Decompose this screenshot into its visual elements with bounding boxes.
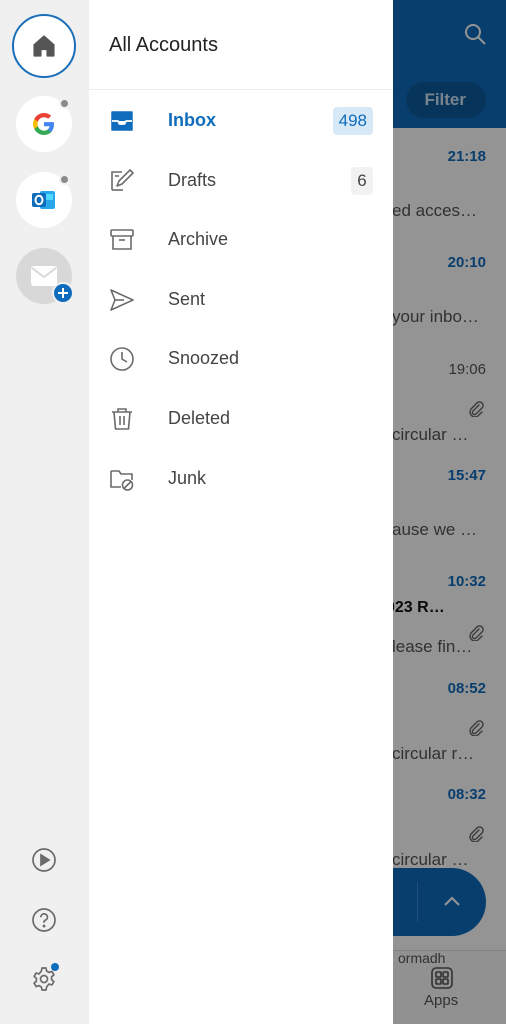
play-icon[interactable]	[31, 847, 57, 873]
folder-count-badge: 498	[332, 107, 373, 135]
trash-icon	[112, 408, 132, 430]
inbox-icon	[111, 111, 133, 131]
archive-icon	[110, 229, 134, 250]
drafts-icon	[111, 168, 134, 191]
drawer-divider	[89, 89, 393, 90]
folder-label: Inbox	[168, 110, 216, 130]
folder-snoozed[interactable]: Snoozed	[89, 329, 393, 387]
folder-junk[interactable]: Junk	[89, 449, 393, 507]
plus-icon	[52, 282, 74, 304]
home-account-button[interactable]	[12, 14, 76, 78]
add-account-button[interactable]	[16, 248, 74, 304]
folder-inbox[interactable]: Inbox 498	[89, 91, 393, 149]
folder-sent[interactable]: Sent	[89, 270, 393, 328]
folder-count-badge: 6	[351, 166, 373, 195]
google-account-button[interactable]	[16, 96, 72, 152]
outlook-account-button[interactable]	[16, 172, 72, 228]
outlook-logo-icon	[32, 191, 55, 209]
account-rail	[0, 0, 89, 1024]
folder-label: Junk	[168, 467, 207, 488]
google-logo-icon	[33, 113, 54, 135]
mail-icon	[31, 266, 57, 286]
folder-label: Snoozed	[168, 348, 240, 369]
settings-notification-dot	[51, 963, 59, 971]
folder-drawer: All Accounts Inbox 498 Drafts 6 Archive Sent S…	[89, 0, 393, 1024]
drawer-title: All Accounts	[109, 34, 218, 56]
clock-icon	[110, 347, 134, 372]
folder-label: Archive	[168, 229, 229, 250]
sent-icon	[110, 288, 134, 311]
folder-label: Deleted	[168, 408, 231, 428]
junk-folder-icon	[110, 469, 134, 491]
help-icon[interactable]	[31, 907, 57, 933]
home-icon	[33, 35, 55, 57]
folder-label: Drafts	[168, 169, 217, 190]
google-status-dot	[59, 98, 70, 109]
folder-deleted[interactable]: Deleted	[89, 389, 393, 447]
folder-archive[interactable]: Archive	[89, 210, 393, 268]
folder-label: Sent	[168, 288, 206, 309]
outlook-status-dot	[59, 174, 70, 185]
folder-drafts[interactable]: Drafts 6	[89, 151, 393, 209]
